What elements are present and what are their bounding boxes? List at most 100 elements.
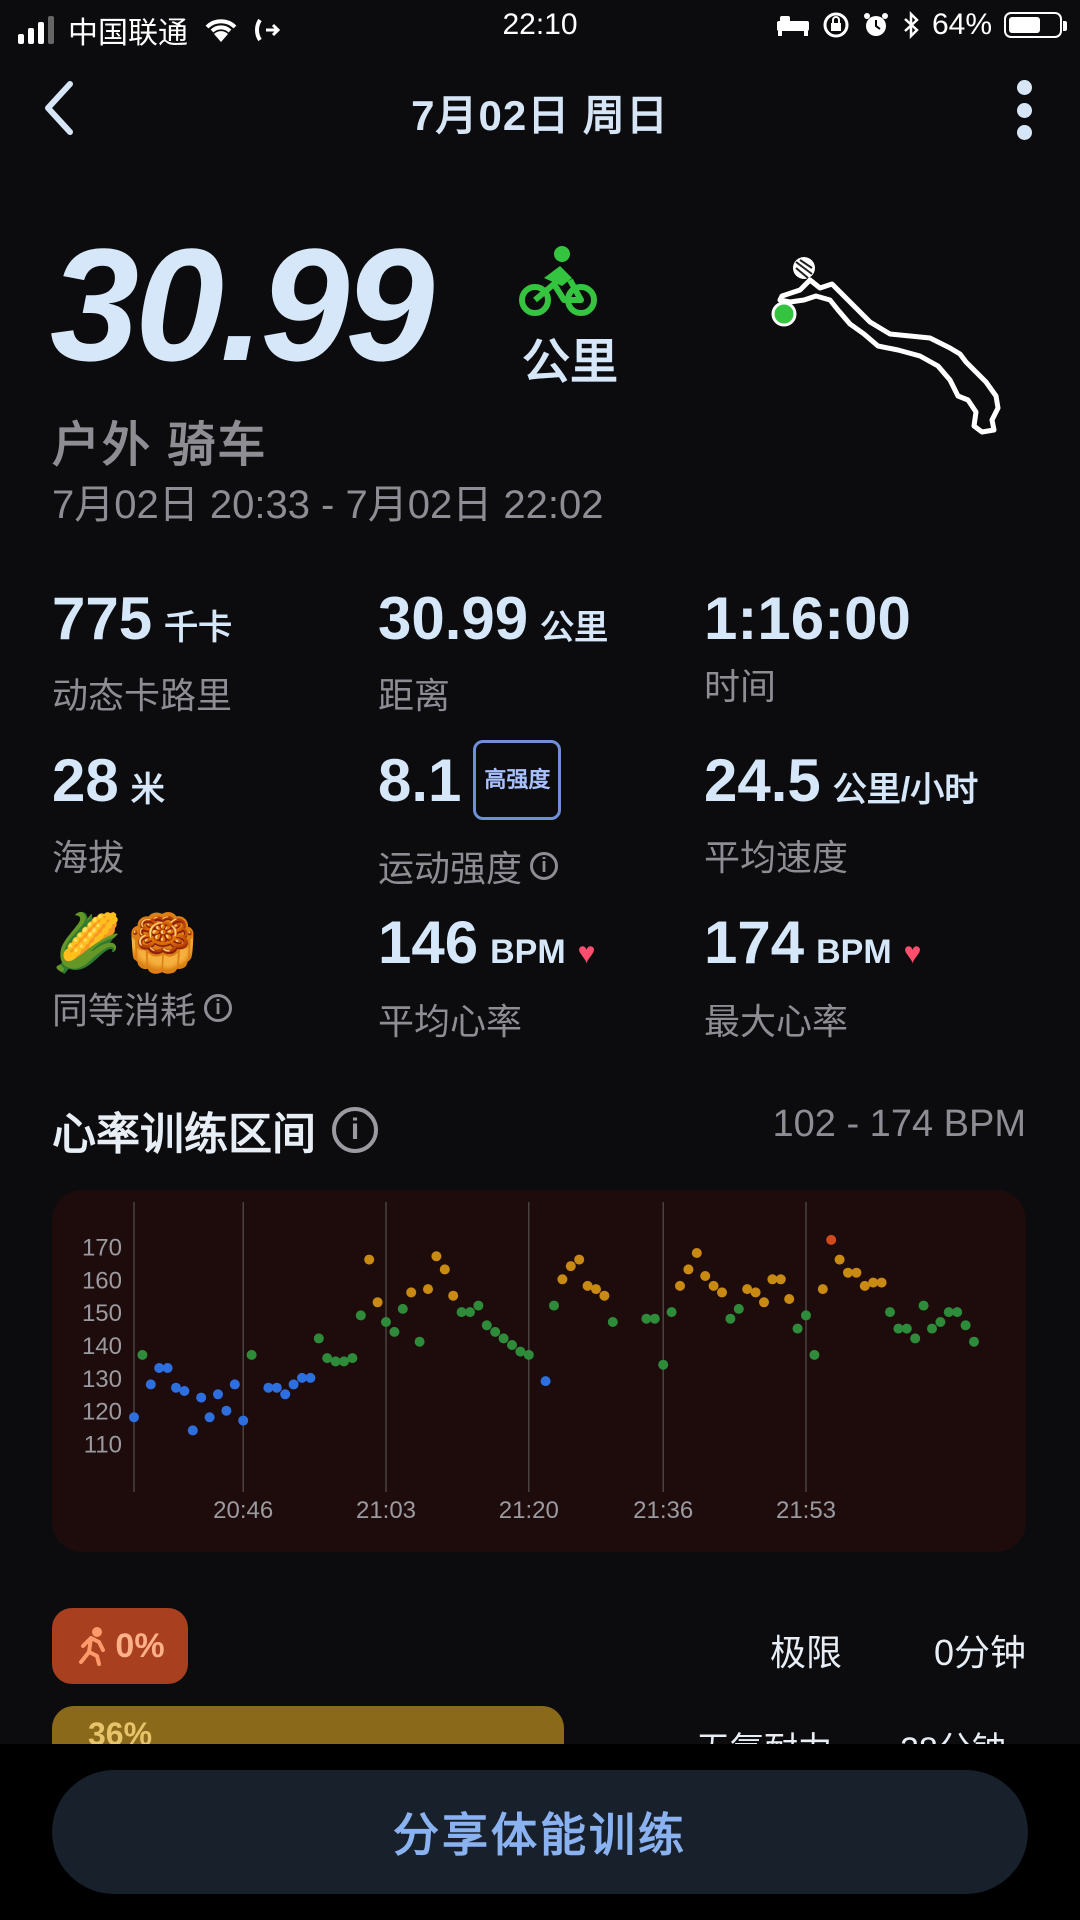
bed-icon [776,16,809,36]
hr-data-point [876,1277,887,1288]
hr-data-point [969,1336,979,1347]
hr-data-point [666,1307,677,1318]
hr-data-point [213,1389,223,1400]
hr-data-point [935,1317,946,1327]
hr-data-point [364,1254,375,1265]
hr-data-point [809,1349,820,1360]
activity-type: 户外 骑车 [52,419,268,472]
hr-data-point [725,1313,736,1324]
hr-data-point [498,1333,509,1344]
hr-data-point [129,1412,139,1423]
x-tick-label: 20:46 [213,1497,273,1524]
workout-time-range: 7月02日 20:33 - 7月02日 22:02 [52,483,604,527]
battery-percent: 64% [931,8,992,41]
running-icon [79,1627,106,1666]
hr-data-point [439,1264,450,1275]
heart-icon: ♥ [903,937,922,970]
hr-data-point [313,1333,324,1344]
stat-altitude: 28 米 海拔 [52,748,165,881]
x-tick-label: 21:36 [633,1497,693,1524]
equivalent-label: 同等消耗 [52,990,197,1031]
hr-data-point [851,1267,862,1278]
hr-data-point [389,1326,400,1337]
zone-extreme-percent: 0% [115,1626,165,1665]
hr-data-point [406,1287,417,1298]
stat-duration: 1:16:00 时间 [704,586,911,710]
hr-data-point [246,1349,257,1360]
y-tick-label: 140 [82,1333,122,1360]
stat-intensity: 8.1 高强度 运动强度 i [378,740,562,892]
hr-data-point [431,1251,442,1262]
stat-speed: 24.5 公里/小时 平均速度 [704,748,978,881]
altitude-value: 28 [52,747,119,814]
avg-hr-value: 146 [378,909,479,976]
duration-value: 1:16:00 [704,585,911,652]
hr-data-point [885,1307,895,1318]
hr-data-point [700,1271,711,1281]
hr-data-point [423,1284,433,1295]
hr-data-point [775,1274,786,1285]
hr-data-point [187,1425,198,1436]
equivalent-info-icon[interactable]: i [204,994,233,1022]
hr-data-point [271,1382,282,1393]
hr-data-point [591,1284,601,1295]
hr-data-point [355,1310,366,1321]
alarm-icon [863,13,888,36]
max-hr-unit: BPM [816,933,892,971]
share-workout-button[interactable]: 分享体能训练 [52,1770,1028,1894]
hr-data-point [801,1310,811,1321]
hr-data-point [733,1303,744,1314]
hr-data-point [658,1359,669,1370]
hr-data-point [523,1349,534,1360]
zone-extreme-name: 极限 [770,1632,843,1673]
hr-data-point [397,1303,408,1314]
hr-data-point [179,1386,190,1396]
hr-data-point [607,1317,618,1327]
page-title: 7月02日 周日 [411,92,669,139]
more-options-icon[interactable] [1012,80,1036,140]
hr-data-point [599,1290,610,1301]
zone-bar-anaerobic: 36% [52,1706,564,1752]
mooncake-icon: 🥮 [127,911,198,974]
hr-data-point [557,1274,568,1285]
intensity-info-icon[interactable]: i [530,852,559,880]
intensity-label: 运动强度 [378,848,523,889]
hr-data-point [960,1320,971,1331]
avg-hr-unit: BPM [490,933,566,971]
hr-data-point [759,1297,769,1308]
hr-data-point [229,1379,240,1390]
y-tick-label: 110 [84,1432,122,1459]
y-tick-label: 120 [82,1399,122,1426]
hr-data-point [910,1333,921,1344]
max-hr-label: 最大心率 [704,1001,849,1042]
calories-label: 动态卡路里 [52,675,233,716]
hr-data-point [675,1280,685,1291]
altitude-unit: 米 [130,771,165,809]
hr-data-point [481,1320,492,1331]
heart-icon: ♥ [577,937,596,970]
x-tick-label: 21:20 [499,1497,559,1524]
corn-icon: 🌽 [52,911,122,974]
hr-zones-header: 心率训练区间 i [52,1098,378,1162]
hr-scatter-chart: 170 160 150 140 130 120 110 20:46 21:03 21:20 21:3… [82,1202,979,1524]
x-tick-label: 21:03 [356,1497,416,1524]
hr-data-point [145,1379,156,1390]
max-hr-value: 174 [704,909,805,976]
zone-extreme-time: 0分钟 [933,1632,1026,1673]
total-distance-unit: 公里 [522,336,619,389]
hr-data-point [204,1412,215,1423]
hr-data-point [162,1363,173,1373]
hr-data-point [834,1254,845,1265]
hr-data-point [691,1248,702,1258]
y-tick-label: 130 [82,1366,122,1393]
hr-range: 102 - 174 BPM [772,1103,1026,1145]
y-tick-label: 170 [82,1234,122,1261]
zone-pill-extreme: 0% [52,1608,188,1684]
hr-data-point [549,1300,559,1311]
status-bar: 中国联通 22:10 64% [0,0,1080,56]
calories-unit: 千卡 [164,609,233,647]
stat-max-hr: 174 BPM ♥ 最大心率 [704,910,921,1045]
hr-chart-card[interactable]: 170 160 150 140 130 120 110 20:46 21:03 21:20 21:3… [52,1190,1026,1552]
route-map [771,257,1001,435]
hr-zones-info-icon[interactable]: i [332,1107,378,1153]
